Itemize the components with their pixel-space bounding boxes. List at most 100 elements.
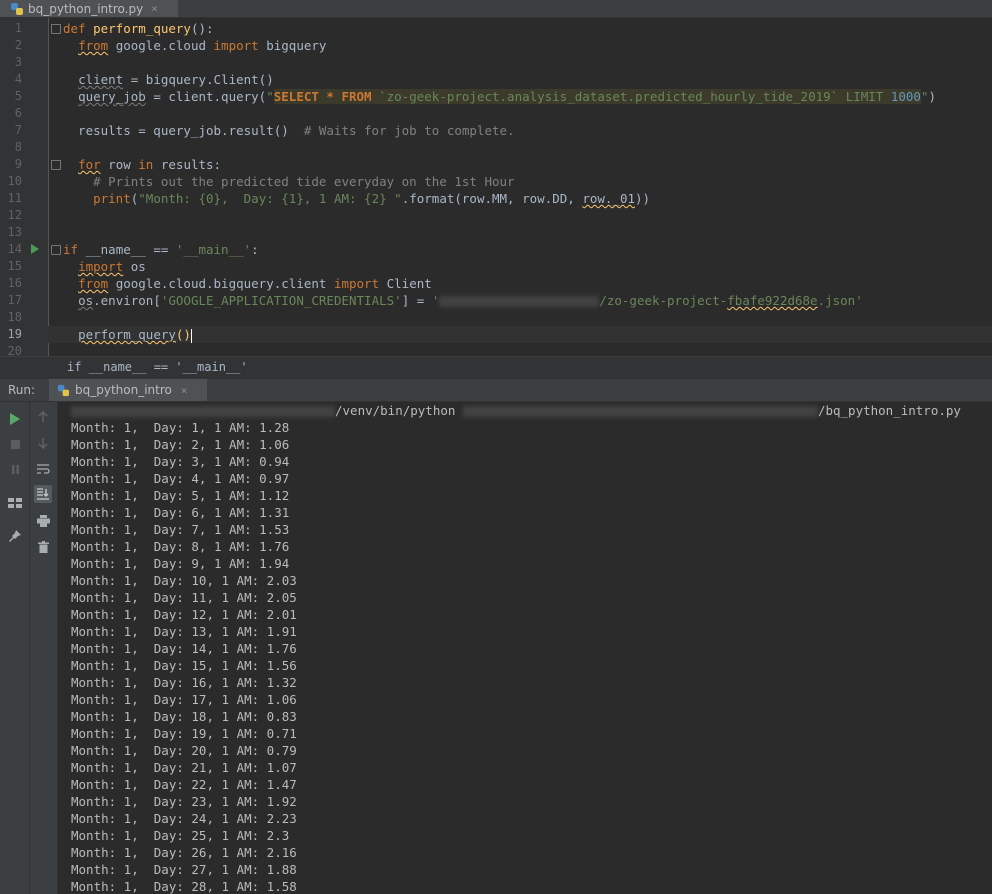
code-line[interactable]: client = bigquery.Client() — [48, 71, 992, 88]
soft-wrap-icon[interactable] — [34, 460, 52, 478]
code-token: def — [63, 21, 94, 36]
console-line: Month: 1, Day: 2, 1 AM: 1.06 — [71, 437, 290, 452]
console-line: Month: 1, Day: 24, 1 AM: 2.23 — [71, 811, 297, 826]
console-line: Month: 1, Day: 19, 1 AM: 0.71 — [71, 726, 297, 741]
code-editor[interactable]: 1 2 3 4 5 6 7 8 9 10 11 12 13 14 15 16 17 18 19 20 def perf… — [0, 18, 992, 356]
redacted-path — [71, 406, 335, 417]
console-line: Month: 1, Day: 18, 1 AM: 0.83 — [71, 709, 297, 724]
console-line: Month: 1, Day: 6, 1 AM: 1.31 — [71, 505, 290, 520]
python-file-icon — [11, 2, 23, 15]
code-line[interactable]: def perform_query(): — [48, 20, 992, 37]
run-label: Run: — [8, 383, 36, 397]
code-token: bigquery — [258, 38, 327, 53]
code-token: google.cloud.bigquery.client — [108, 276, 334, 291]
code-line[interactable] — [48, 139, 992, 156]
code-line[interactable]: from google.cloud import bigquery — [48, 37, 992, 54]
close-run-tab-icon[interactable]: × — [181, 384, 188, 397]
code-token: (): — [190, 21, 214, 36]
code-token: os — [78, 293, 94, 308]
play-icon[interactable] — [6, 410, 24, 428]
code-line[interactable] — [48, 207, 992, 224]
print-icon[interactable] — [34, 512, 52, 530]
line-number: 14 — [7, 242, 22, 256]
code-token: = client.query( — [145, 89, 267, 104]
code-line[interactable]: os.environ['GOOGLE_APPLICATION_CREDENTIA… — [48, 292, 992, 309]
layout-icon[interactable] — [6, 494, 24, 512]
code-token: " — [266, 89, 274, 104]
close-tab-icon[interactable]: × — [151, 2, 158, 15]
code-line[interactable] — [48, 309, 992, 326]
breadcrumb[interactable]: if __name__ == '__main__' — [0, 356, 992, 379]
console-line: Month: 1, Day: 5, 1 AM: 1.12 — [71, 488, 290, 503]
editor-tab-bar: bq_python_intro.py × — [0, 0, 992, 18]
code-token: import — [78, 259, 124, 274]
code-token: SELECT * FROM — [273, 89, 380, 104]
code-line[interactable] — [48, 343, 992, 356]
console-line: Month: 1, Day: 20, 1 AM: 0.79 — [71, 743, 297, 758]
console-command-line: /venv/bin/python /bq_python_intro.py — [71, 402, 961, 419]
console-line: Month: 1, Day: 13, 1 AM: 1.91 — [71, 624, 297, 639]
trash-icon[interactable] — [34, 538, 52, 556]
code-line[interactable]: print("Month: {0}, Day: {1}, 1 AM: {2} "… — [48, 190, 992, 207]
code-token: for — [78, 157, 101, 172]
console-line: Month: 1, Day: 11, 1 AM: 2.05 — [71, 590, 297, 605]
line-number: 15 — [7, 259, 22, 273]
code-token: results = query_job.result() — [63, 123, 304, 138]
code-token: results: — [153, 157, 222, 172]
console-line: Month: 1, Day: 10, 1 AM: 2.03 — [71, 573, 297, 588]
code-line[interactable]: query_job = client.query("SELECT * FROM … — [48, 88, 992, 105]
redacted-path — [462, 406, 818, 417]
code-token: ) — [928, 89, 937, 104]
editor-tab-bq-python-intro[interactable]: bq_python_intro.py × — [0, 0, 178, 17]
code-token: os — [123, 259, 146, 274]
code-token: ] = — [401, 293, 432, 308]
fold-marker-icon[interactable] — [51, 24, 61, 34]
code-token: __name__ == — [78, 242, 176, 257]
line-number: 10 — [7, 174, 22, 188]
code-token: )) — [635, 191, 651, 206]
console-line: Month: 1, Day: 25, 1 AM: 2.3 — [71, 828, 290, 843]
code-token: ' — [431, 293, 440, 308]
run-tab-bq-python-intro[interactable]: bq_python_intro × — [49, 379, 207, 401]
code-line[interactable]: for row in results: — [48, 156, 992, 173]
code-token: = bigquery.Client() — [123, 72, 274, 87]
code-line[interactable] — [48, 54, 992, 71]
code-line[interactable]: import os — [48, 258, 992, 275]
fold-marker-icon[interactable] — [51, 160, 61, 170]
run-gutter-icon[interactable] — [31, 244, 39, 254]
python-run-config-icon — [57, 384, 70, 396]
code-line[interactable]: if __name__ == '__main__': — [48, 241, 992, 258]
console-line: Month: 1, Day: 16, 1 AM: 1.32 — [71, 675, 297, 690]
arrow-down-icon[interactable] — [34, 434, 52, 452]
console-output[interactable]: /venv/bin/python /bq_python_intro.py Mon… — [58, 402, 992, 894]
stop-icon[interactable] — [6, 435, 24, 453]
pin-icon[interactable] — [6, 527, 24, 545]
code-token: if — [63, 242, 79, 257]
code-line[interactable]: from google.cloud.bigquery.client import… — [48, 275, 992, 292]
line-number: 9 — [14, 157, 22, 171]
code-token: perform_query — [78, 327, 176, 342]
arrow-up-icon[interactable] — [34, 408, 52, 426]
code-token: row — [100, 157, 139, 172]
code-line[interactable]: results = query_job.result() # Waits for… — [48, 122, 992, 139]
run-tab-label: bq_python_intro — [75, 383, 172, 397]
console-line: Month: 1, Day: 3, 1 AM: 0.94 — [71, 454, 290, 469]
code-line[interactable]: perform_query() — [48, 326, 992, 343]
fold-marker-icon[interactable] — [51, 245, 61, 255]
code-line[interactable]: # Prints out the predicted tide everyday… — [48, 173, 992, 190]
console-line: Month: 1, Day: 28, 1 AM: 1.58 — [71, 879, 297, 894]
pause-icon[interactable] — [6, 460, 24, 478]
code-line[interactable] — [48, 224, 992, 241]
scroll-to-end-icon[interactable] — [34, 485, 52, 503]
line-number: 13 — [7, 225, 22, 239]
command-python-path: /venv/bin/python — [335, 403, 463, 418]
code-line[interactable] — [48, 105, 992, 122]
code-area[interactable]: def perform_query(): from google.cloud i… — [48, 18, 992, 356]
